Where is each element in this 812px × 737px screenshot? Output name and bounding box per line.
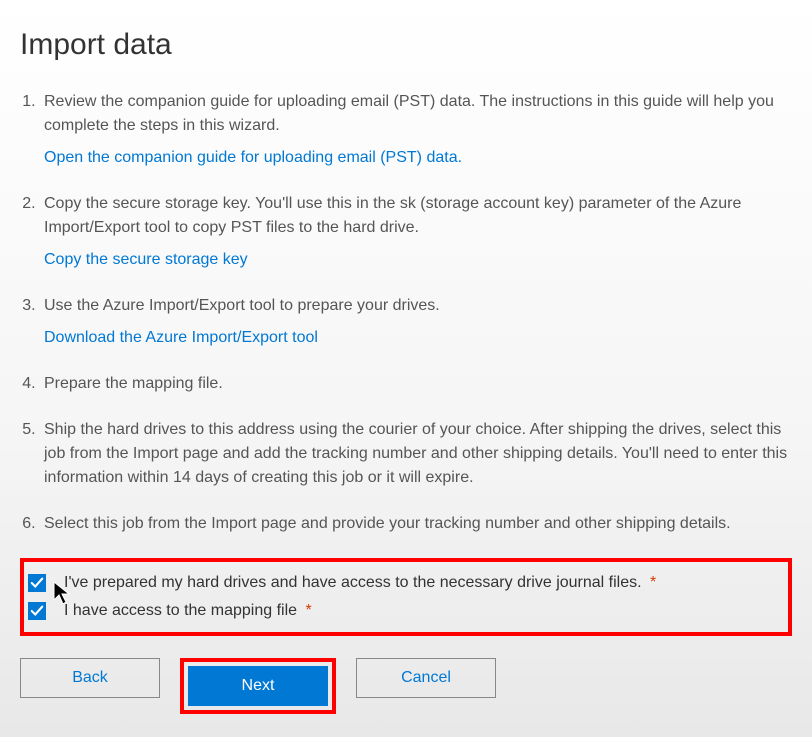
checkbox-text: I have access to the mapping file (64, 602, 297, 619)
step-4: Prepare the mapping file. (40, 372, 792, 396)
checkbox-text: I've prepared my hard drives and have ac… (64, 574, 642, 591)
open-companion-guide-link[interactable]: Open the companion guide for uploading e… (44, 146, 462, 170)
step-3: Use the Azure Import/Export tool to prep… (40, 294, 792, 350)
back-button[interactable]: Back (20, 658, 160, 698)
page-title: Import data (20, 28, 792, 62)
checkbox-label-prepared: I've prepared my hard drives and have ac… (64, 574, 656, 592)
step-text: Ship the hard drives to this address usi… (44, 418, 792, 490)
step-2: Copy the secure storage key. You'll use … (40, 192, 792, 272)
checkbox-prepared[interactable] (28, 574, 46, 592)
step-text: Select this job from the Import page and… (44, 512, 792, 536)
step-text: Copy the secure storage key. You'll use … (44, 192, 792, 240)
checkmark-icon (30, 604, 44, 618)
step-5: Ship the hard drives to this address usi… (40, 418, 792, 490)
download-tool-link[interactable]: Download the Azure Import/Export tool (44, 326, 318, 350)
copy-storage-key-link[interactable]: Copy the secure storage key (44, 248, 248, 272)
button-row: Back Next Cancel (20, 658, 792, 714)
required-marker: * (650, 574, 656, 591)
checkmark-icon (30, 576, 44, 590)
step-text: Review the companion guide for uploading… (44, 90, 792, 138)
checkbox-row-mapping: I have access to the mapping file * (28, 602, 780, 620)
step-1: Review the companion guide for uploading… (40, 90, 792, 170)
next-button-highlight: Next (180, 658, 336, 714)
cancel-button[interactable]: Cancel (356, 658, 496, 698)
required-marker: * (305, 602, 311, 619)
step-6: Select this job from the Import page and… (40, 512, 792, 536)
next-button[interactable]: Next (188, 666, 328, 706)
checkbox-mapping[interactable] (28, 602, 46, 620)
step-text: Use the Azure Import/Export tool to prep… (44, 294, 792, 318)
checkbox-label-mapping: I have access to the mapping file * (64, 602, 312, 620)
step-text: Prepare the mapping file. (44, 372, 792, 396)
steps-list: Review the companion guide for uploading… (20, 90, 792, 536)
checkbox-row-prepared: I've prepared my hard drives and have ac… (28, 574, 780, 592)
confirmation-checkboxes: I've prepared my hard drives and have ac… (20, 558, 792, 636)
